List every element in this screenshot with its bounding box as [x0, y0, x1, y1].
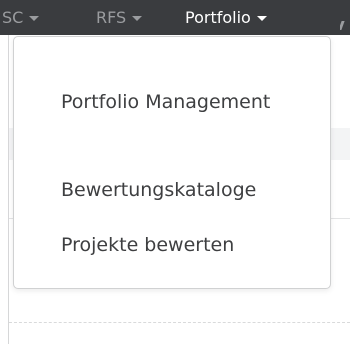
menu-item-portfolio-management[interactable]: Portfolio Management — [61, 86, 311, 118]
nav-item-portfolio-label: Portfolio — [185, 8, 251, 27]
caret-down-icon — [29, 16, 40, 21]
nav-item-partial-glyph — [340, 21, 345, 30]
portfolio-dropdown-menu: Portfolio Management Bewertungskataloge … — [13, 36, 331, 289]
nav-item-rfs[interactable]: RFS — [96, 0, 143, 35]
content-dashed-divider — [9, 322, 350, 323]
nav-item-partial[interactable] — [340, 0, 350, 35]
menu-item-projekte-bewerten[interactable]: Projekte bewerten — [61, 229, 234, 261]
caret-down-icon — [256, 16, 267, 21]
content-left-border — [8, 35, 9, 344]
nav-item-sc[interactable]: SC — [2, 0, 40, 35]
nav-item-portfolio[interactable]: Portfolio — [185, 0, 267, 35]
nav-item-rfs-label: RFS — [96, 8, 127, 27]
nav-item-sc-label: SC — [2, 8, 24, 27]
top-navbar: SC RFS Portfolio — [0, 0, 350, 35]
caret-down-icon — [132, 16, 143, 21]
menu-item-bewertungskataloge[interactable]: Bewertungskataloge — [61, 174, 256, 206]
